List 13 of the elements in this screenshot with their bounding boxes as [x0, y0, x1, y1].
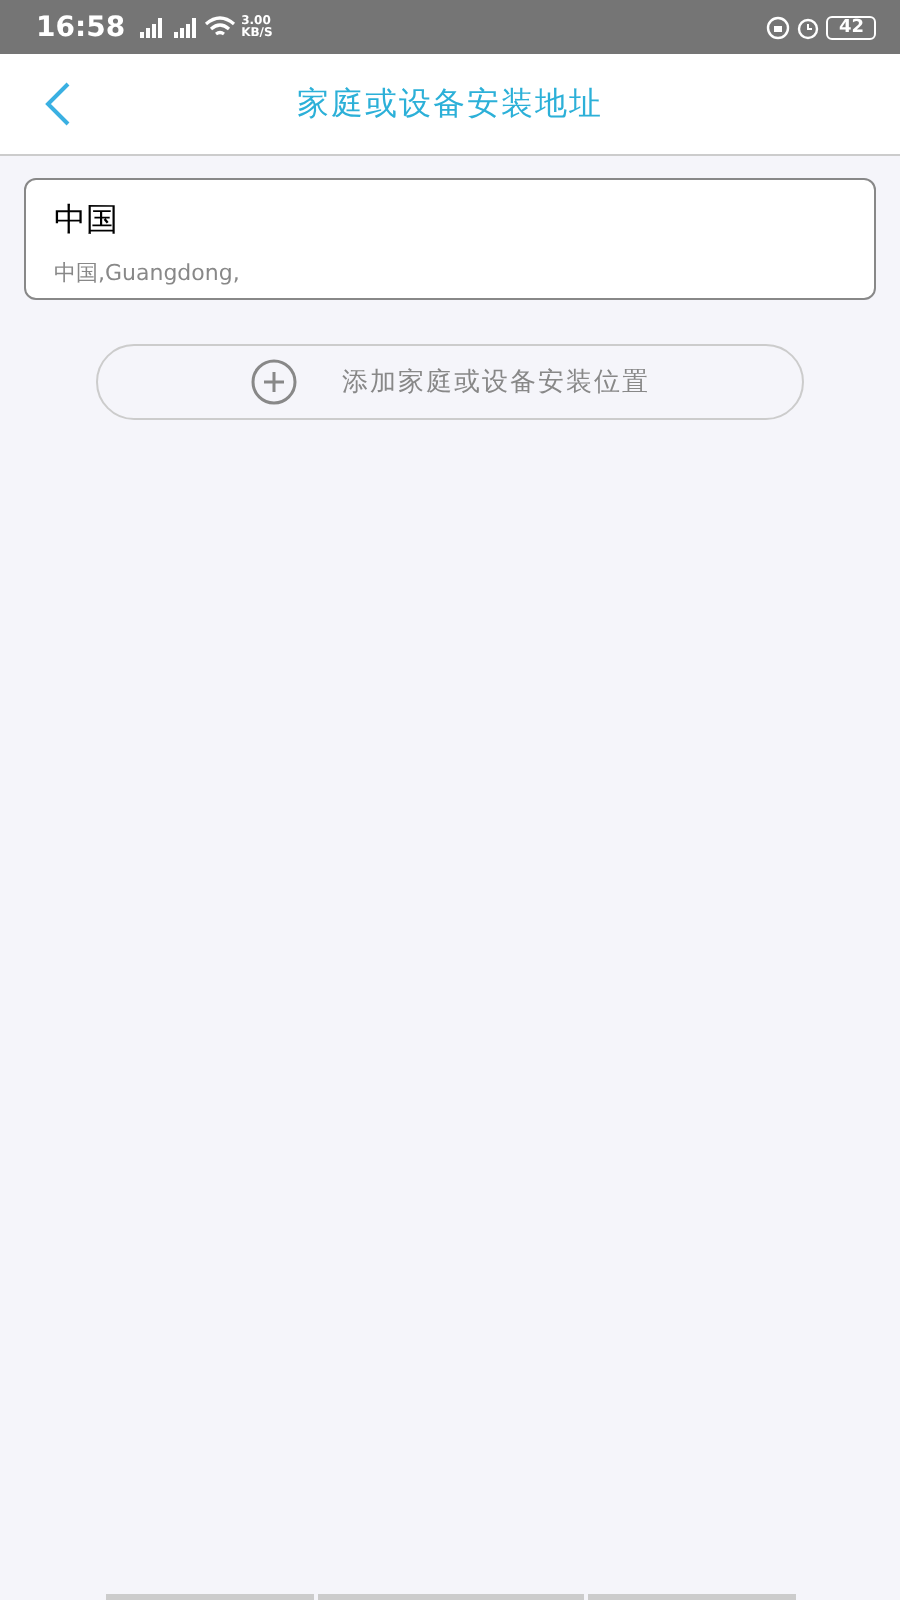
- alarm-icon: [796, 15, 821, 39]
- signal-icon: [135, 17, 164, 37]
- battery-level: 42: [826, 15, 876, 39]
- plus-icon: [250, 358, 298, 406]
- address-detail: 中国,Guangdong,: [54, 258, 242, 288]
- clock-time: 16:58: [36, 11, 126, 43]
- address-name: 中国: [54, 200, 120, 242]
- address-card[interactable]: 中国 中国,Guangdong,: [24, 178, 876, 300]
- lock-icon: [766, 15, 791, 39]
- signal-icon: [169, 17, 198, 37]
- wifi-icon: [203, 15, 236, 39]
- page-title: 家庭或设备安装地址: [297, 83, 603, 125]
- back-icon[interactable]: [44, 80, 72, 128]
